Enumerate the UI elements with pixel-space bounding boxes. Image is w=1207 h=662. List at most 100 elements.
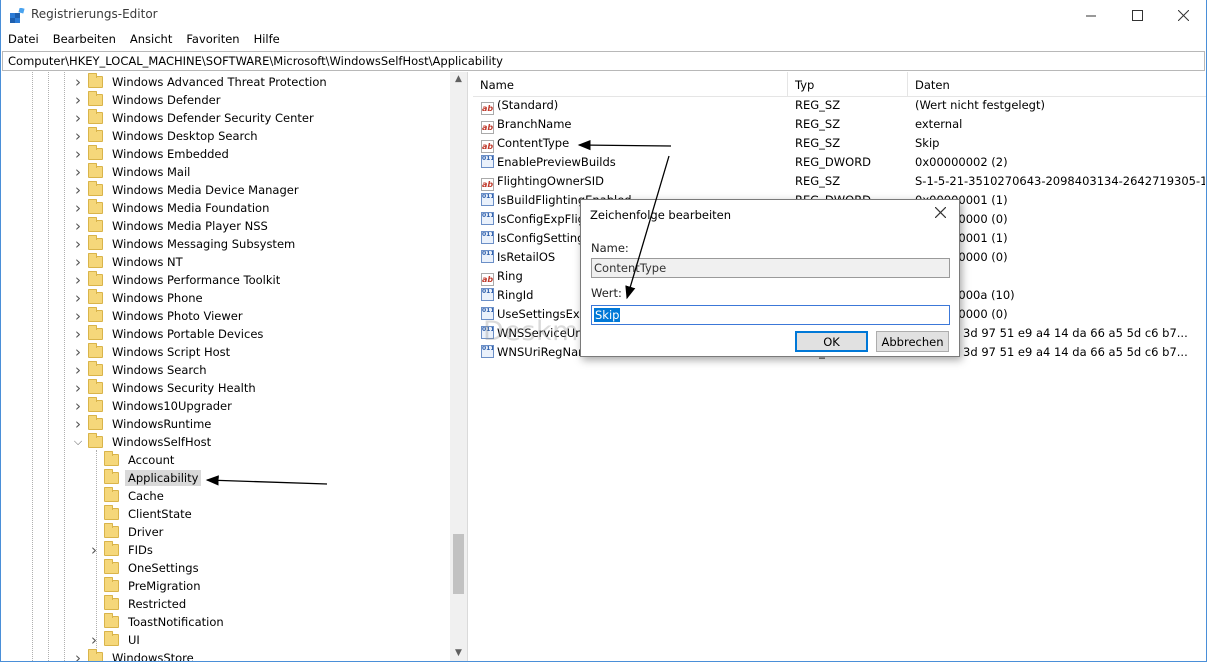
tree-node-windows-mail[interactable]: › Windows Mail xyxy=(72,163,193,181)
chevron-right-icon[interactable]: › xyxy=(72,325,84,343)
tree-node-clientstate[interactable]: ClientState xyxy=(88,505,195,523)
column-header-type[interactable]: Typ xyxy=(788,72,908,97)
tree-node-fids[interactable]: › FIDs xyxy=(88,541,156,559)
value-row-standard[interactable]: ab (Standard) REG_SZ (Wert nicht festgelegt… xyxy=(473,96,1206,115)
address-bar[interactable]: Computer\HKEY_LOCAL_MACHINE\SOFTWARE\Mic… xyxy=(2,51,1205,71)
maximize-button[interactable] xyxy=(1114,0,1160,30)
tree-node-windows-desktop-search[interactable]: › Windows Desktop Search xyxy=(72,127,261,145)
menu-hilfe[interactable]: Hilfe xyxy=(247,30,287,50)
chevron-right-icon[interactable]: › xyxy=(72,271,84,289)
chevron-right-icon[interactable]: › xyxy=(72,145,84,163)
folder-icon xyxy=(104,541,119,556)
chevron-right-icon[interactable]: › xyxy=(72,289,84,307)
tree-node-cache[interactable]: Cache xyxy=(88,487,167,505)
tree-node-restricted[interactable]: Restricted xyxy=(88,595,189,613)
menu-bearbeiten[interactable]: Bearbeiten xyxy=(46,30,123,50)
value-row-flightingownersid[interactable]: ab FlightingOwnerSID REG_SZ S-1-5-21-351027… xyxy=(473,172,1206,191)
tree-node-windows-embedded[interactable]: › Windows Embedded xyxy=(72,145,232,163)
tree-node-windows-nt[interactable]: › Windows NT xyxy=(72,253,186,271)
chevron-right-icon[interactable]: › xyxy=(72,397,84,415)
column-header-data[interactable]: Daten xyxy=(908,72,1198,97)
tree-node-onesettings[interactable]: OneSettings xyxy=(88,559,202,577)
tree-node-windows-performance-toolkit[interactable]: › Windows Performance Toolkit xyxy=(72,271,283,289)
menu-bar: Datei Bearbeiten Ansicht Favoriten Hilfe xyxy=(1,30,1206,50)
dialog-close-button[interactable] xyxy=(934,204,947,222)
dialog-value-input[interactable]: Skip xyxy=(591,305,950,325)
tree-node-windows-search[interactable]: › Windows Search xyxy=(72,361,210,379)
tree-node-applicability[interactable]: Applicability xyxy=(88,469,202,487)
ok-button[interactable]: OK xyxy=(795,331,868,352)
tree-scroll-thumb[interactable] xyxy=(453,534,464,594)
minimize-button[interactable] xyxy=(1068,0,1114,30)
scroll-up-arrow-icon[interactable]: ▲ xyxy=(450,74,467,84)
chevron-right-icon[interactable]: › xyxy=(88,541,100,559)
cancel-button[interactable]: Abbrechen xyxy=(876,331,949,352)
dialog-value-label: Wert: xyxy=(591,286,622,300)
column-header-name[interactable]: Name xyxy=(473,72,788,97)
tree-node-windowsruntime[interactable]: › WindowsRuntime xyxy=(72,415,214,433)
chevron-right-icon[interactable]: › xyxy=(72,379,84,397)
chevron-right-icon[interactable]: › xyxy=(72,91,84,109)
tree-node-toastnotification[interactable]: ToastNotification xyxy=(88,613,227,631)
title-bar[interactable]: Registrierungs-Editor xyxy=(1,0,1206,30)
menu-datei[interactable]: Datei xyxy=(1,30,46,50)
menu-ansicht[interactable]: Ansicht xyxy=(123,30,179,50)
tree-node-windows-media-player-nss[interactable]: › Windows Media Player NSS xyxy=(72,217,271,235)
tree-node-premigration[interactable]: PreMigration xyxy=(88,577,204,595)
tree-node-windows-media-device-manager[interactable]: › Windows Media Device Manager xyxy=(72,181,302,199)
tree-node-windows-defender[interactable]: › Windows Defender xyxy=(72,91,223,109)
tree-node-windows-portable-devices[interactable]: › Windows Portable Devices xyxy=(72,325,266,343)
tree-node-windows-messaging-subsystem[interactable]: › Windows Messaging Subsystem xyxy=(72,235,298,253)
tree-node-windows-defender-security-center[interactable]: › Windows Defender Security Center xyxy=(72,109,317,127)
tree-node-windows10upgrader[interactable]: › Windows10Upgrader xyxy=(72,397,235,415)
chevron-right-icon[interactable]: › xyxy=(72,361,84,379)
tree-node-windows-media-foundation[interactable]: › Windows Media Foundation xyxy=(72,199,272,217)
key-tree-pane[interactable]: › Windows Advanced Threat Protection › Wind… xyxy=(2,72,468,661)
dialog-name-field: ContentType xyxy=(591,258,950,278)
chevron-right-icon[interactable]: › xyxy=(72,181,84,199)
folder-icon xyxy=(104,505,119,520)
tree-node-windows-phone[interactable]: › Windows Phone xyxy=(72,289,206,307)
chevron-right-icon[interactable]: › xyxy=(72,163,84,181)
value-type: REG_DWORD xyxy=(795,155,872,169)
chevron-down-icon[interactable]: ⌵ xyxy=(72,433,84,451)
binary-value-icon: 011 110 xyxy=(481,250,494,263)
value-row-contenttype[interactable]: ab ContentType REG_SZ Skip xyxy=(473,134,1206,153)
chevron-right-icon[interactable]: › xyxy=(72,73,84,91)
tree-node-windows-script-host[interactable]: › Windows Script Host xyxy=(72,343,233,361)
folder-icon xyxy=(104,487,119,502)
menu-favoriten[interactable]: Favoriten xyxy=(179,30,246,50)
chevron-right-icon[interactable]: › xyxy=(72,109,84,127)
chevron-right-icon[interactable]: › xyxy=(72,217,84,235)
chevron-right-icon[interactable]: › xyxy=(72,127,84,145)
chevron-right-icon[interactable]: › xyxy=(72,343,84,361)
tree-node-windows-advanced-threat-protection[interactable]: › Windows Advanced Threat Protection xyxy=(72,73,330,91)
chevron-right-icon[interactable]: › xyxy=(72,253,84,271)
scroll-down-arrow-icon[interactable]: ▼ xyxy=(450,648,467,658)
tree-node-label: Driver xyxy=(128,525,164,539)
tree-scrollbar[interactable]: ▲ ▼ xyxy=(450,72,467,661)
folder-icon xyxy=(88,235,103,250)
chevron-right-icon[interactable]: › xyxy=(72,235,84,253)
tree-node-windows-photo-viewer[interactable]: › Windows Photo Viewer xyxy=(72,307,246,325)
chevron-right-icon[interactable]: › xyxy=(72,415,84,433)
tree-node-driver[interactable]: Driver xyxy=(88,523,166,541)
folder-icon xyxy=(88,415,103,430)
tree-node-label: Windows Embedded xyxy=(112,147,229,161)
value-row-enablepreviewbuilds[interactable]: 011 110EnablePreviewBuilds REG_DWORD 0x000… xyxy=(473,153,1206,172)
chevron-right-icon[interactable]: › xyxy=(72,307,84,325)
binary-value-icon: 011 110 xyxy=(481,231,494,244)
tree-node-label: Windows NT xyxy=(112,255,183,269)
tree-node-windowsselfhost[interactable]: ⌵ WindowsSelfHost xyxy=(72,433,214,451)
value-data: (Wert nicht festgelegt) xyxy=(915,98,1045,112)
chevron-right-icon[interactable]: › xyxy=(88,631,100,649)
chevron-right-icon[interactable]: › xyxy=(72,649,84,661)
chevron-right-icon[interactable]: › xyxy=(72,199,84,217)
values-pane[interactable]: Name Typ Daten ab (Standard) REG_SZ (Wert n… xyxy=(473,72,1206,661)
close-button[interactable] xyxy=(1160,0,1206,30)
tree-node-windows-security-health[interactable]: › Windows Security Health xyxy=(72,379,259,397)
tree-node-account[interactable]: Account xyxy=(88,451,177,469)
tree-node-windowsstore[interactable]: › WindowsStore xyxy=(72,649,197,661)
value-row-branchname[interactable]: ab BranchName REG_SZ external xyxy=(473,115,1206,134)
tree-node-ui[interactable]: › UI xyxy=(88,631,143,649)
